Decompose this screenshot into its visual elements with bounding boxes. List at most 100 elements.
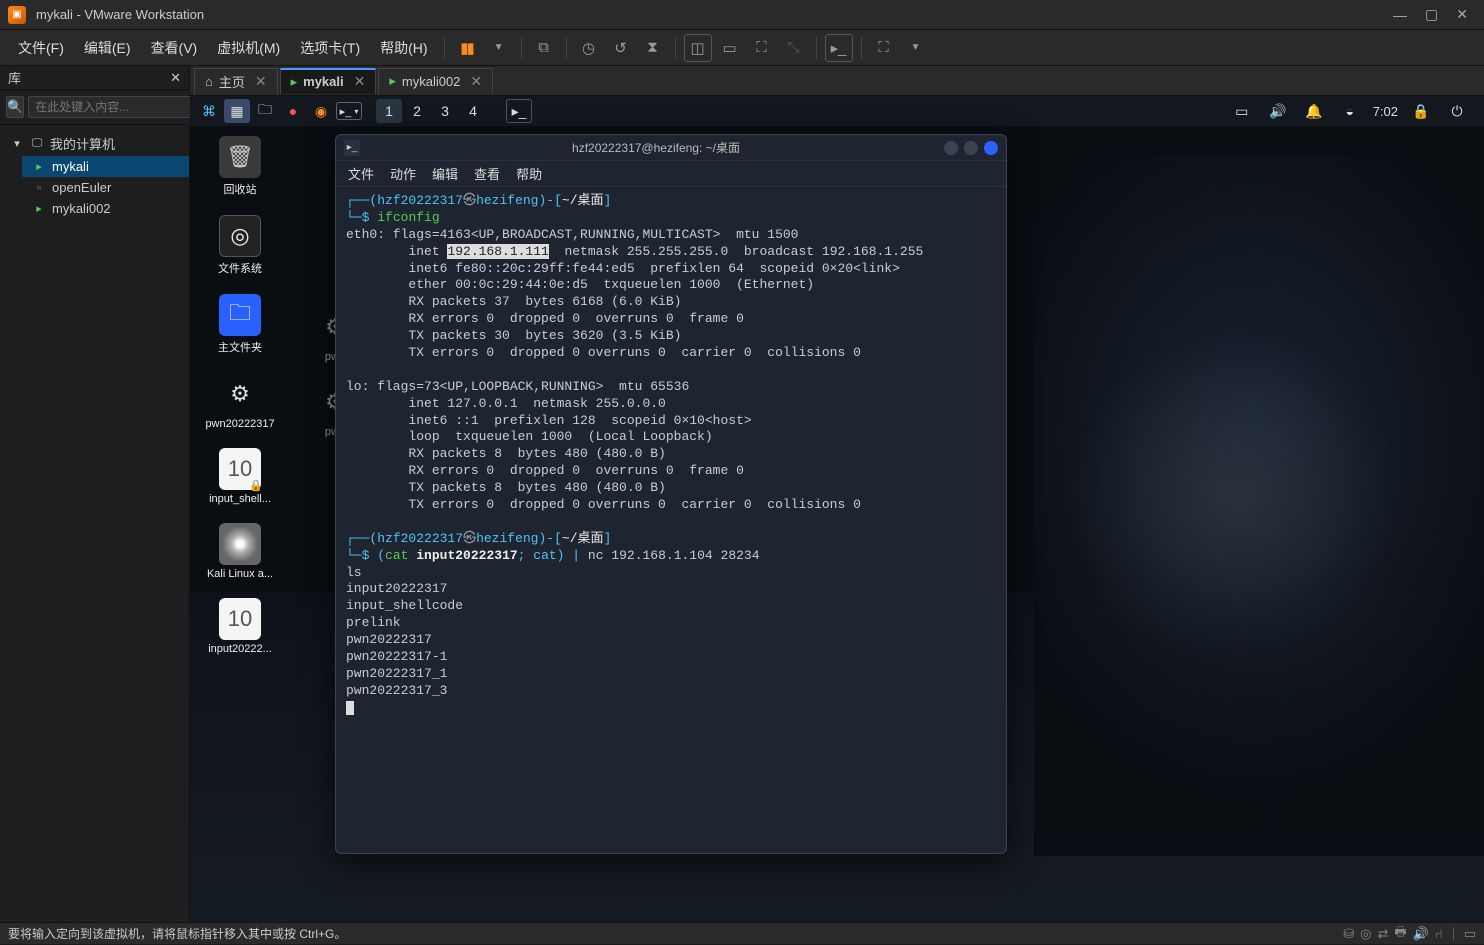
sound-icon[interactable]: 🔊: [1413, 926, 1429, 942]
fullscreen-button[interactable]: ⛶: [870, 34, 898, 62]
menu-help[interactable]: 帮助(H): [370, 38, 437, 58]
power-dropdown[interactable]: ▼: [485, 34, 513, 62]
revert-button[interactable]: ↺: [607, 34, 635, 62]
term-close-button[interactable]: [984, 141, 998, 155]
menu-tabs[interactable]: 选项卡(T): [290, 38, 370, 58]
desktop-filesystem[interactable]: ◎ 文件系统: [200, 215, 280, 276]
taskbar-terminal[interactable]: ▸_: [506, 99, 532, 123]
disk-icon[interactable]: ⛁: [1343, 926, 1354, 942]
desktop-inputshell[interactable]: 10 input_shell...: [200, 448, 280, 505]
desktop-home[interactable]: 🗀 主文件夹: [200, 294, 280, 355]
files-icon[interactable]: 🗀: [252, 99, 278, 123]
firefox-icon[interactable]: ◉: [308, 99, 334, 123]
tree-item-openeuler[interactable]: ▫ openEuler: [22, 177, 189, 198]
workspace-4[interactable]: 4: [460, 99, 486, 123]
workspace-3[interactable]: 3: [432, 99, 458, 123]
wallpaper-spikes: [1034, 296, 1434, 696]
search-input[interactable]: [28, 96, 197, 118]
tab-label: mykali: [303, 74, 343, 89]
workspace-1[interactable]: 1: [376, 99, 402, 123]
vm-icon: ▸: [32, 202, 46, 216]
panel-app-1[interactable]: ▦: [224, 99, 250, 123]
desktop-input2[interactable]: 10 input20222...: [200, 598, 280, 655]
desktop-kali-iso[interactable]: Kali Linux a...: [200, 523, 280, 580]
terminal-icon: ▸_: [344, 140, 360, 156]
tree-item-mykali[interactable]: ▸ mykali: [22, 156, 189, 177]
term-maximize-button[interactable]: [964, 141, 978, 155]
workspace-2[interactable]: 2: [404, 99, 430, 123]
pause-button[interactable]: ▮▮: [453, 34, 481, 62]
file-icon: 10: [219, 448, 261, 490]
term-menu-view[interactable]: 查看: [474, 164, 500, 183]
layout-button-3[interactable]: ⛶: [748, 34, 776, 62]
terminal-window[interactable]: ▸_ hzf20222317@hezifeng: ~/桌面 文件 动作 编辑 查…: [335, 134, 1007, 854]
terminal-titlebar[interactable]: ▸_ hzf20222317@hezifeng: ~/桌面: [336, 135, 1006, 161]
terminal-content[interactable]: ┌──(hzf20222317㉿hezifeng)-[~/桌面] └─$ ifc…: [336, 187, 1006, 853]
close-button[interactable]: ✕: [1456, 6, 1468, 23]
console-button[interactable]: ▸_: [825, 34, 853, 62]
tree-item-mykali002[interactable]: ▸ mykali002: [22, 198, 189, 219]
unity-button[interactable]: ⤡: [780, 34, 808, 62]
collapse-icon: ▾: [10, 137, 24, 151]
fullscreen-dropdown[interactable]: ▼: [902, 34, 930, 62]
updates-icon[interactable]: ◒: [1337, 99, 1363, 123]
separator: [521, 37, 522, 59]
separator: [816, 37, 817, 59]
send-ctrlaltdel-button[interactable]: ⧉: [530, 34, 558, 62]
library-tree: ▾ 🖵 我的计算机 ▸ mykali ▫ openEuler ▸ mykali0…: [0, 125, 189, 225]
layout-button-2[interactable]: ▭: [716, 34, 744, 62]
statusbar-right: ⛁ ◎ ⇄ 🖶 🔊 ⑁ ▭: [1343, 923, 1476, 945]
menu-vm[interactable]: 虚拟机(M): [207, 38, 290, 58]
tab-mykali002[interactable]: ▸ mykali002 ✕: [378, 68, 493, 94]
usb-icon[interactable]: ⑁: [1435, 926, 1443, 941]
maximize-button[interactable]: ▢: [1425, 6, 1438, 23]
layout-button-1[interactable]: ◫: [684, 34, 712, 62]
menu-view[interactable]: 查看(V): [141, 38, 208, 58]
lock-icon[interactable]: 🔒: [1408, 99, 1434, 123]
tab-home[interactable]: ⌂ 主页 ✕: [194, 68, 278, 94]
screen-icon[interactable]: ▭: [1229, 99, 1255, 123]
sidebar-close-icon[interactable]: ✕: [170, 70, 181, 86]
volume-icon[interactable]: 🔊: [1265, 99, 1291, 123]
folder-icon: 🗀: [219, 294, 261, 336]
network-icon[interactable]: ⇄: [1378, 926, 1389, 942]
search-icon[interactable]: 🔍: [6, 96, 24, 118]
close-icon[interactable]: ✕: [255, 73, 267, 90]
vm-icon: ▸: [32, 160, 46, 174]
tab-mykali[interactable]: ▸ mykali ✕: [280, 68, 377, 94]
clock[interactable]: 7:02: [1373, 104, 1398, 119]
term-menu-help[interactable]: 帮助: [516, 164, 542, 183]
menu-file[interactable]: 文件(F): [8, 38, 74, 58]
term-minimize-button[interactable]: [944, 141, 958, 155]
menu-edit[interactable]: 编辑(E): [74, 38, 141, 58]
close-icon[interactable]: ✕: [354, 73, 366, 90]
desktop-pwn1[interactable]: ⚙ pwn20222317: [200, 373, 280, 430]
icon-label: Kali Linux a...: [207, 568, 273, 580]
icon-label: input20222...: [208, 643, 272, 655]
close-icon[interactable]: ✕: [470, 73, 482, 90]
kali-desktop[interactable]: ⌘ ▦ 🗀 ● ◉ ▸_▾ 1 2 3 4 ▸_ ▭ 🔊 🔔 ◒ 7:02: [190, 96, 1484, 922]
cd-icon[interactable]: ◎: [1360, 926, 1371, 942]
notifications-icon[interactable]: 🔔: [1301, 99, 1327, 123]
term-menu-file[interactable]: 文件: [348, 164, 374, 183]
message-icon[interactable]: ▭: [1464, 926, 1476, 942]
tree-root[interactable]: ▾ 🖵 我的计算机: [0, 131, 189, 156]
terminal-launcher[interactable]: ▸_▾: [336, 102, 362, 120]
printer-icon[interactable]: 🖶: [1394, 923, 1406, 945]
term-menu-edit[interactable]: 编辑: [432, 164, 458, 183]
power-icon[interactable]: ⏻: [1444, 99, 1470, 123]
vm-icon: ▫: [32, 181, 46, 195]
term-menu-actions[interactable]: 动作: [390, 164, 416, 183]
minimize-button[interactable]: —: [1393, 7, 1407, 23]
separator: [861, 37, 862, 59]
computer-icon: 🖵: [30, 137, 44, 151]
snapshot-button[interactable]: ◷: [575, 34, 603, 62]
window-controls: — ▢ ✕: [1393, 6, 1476, 23]
vmware-icon: ▣: [8, 6, 26, 24]
kali-menu-icon[interactable]: ⌘: [196, 99, 222, 123]
vm-icon: ▸: [291, 74, 298, 90]
terminal-title: hzf20222317@hezifeng: ~/桌面: [368, 139, 944, 156]
desktop-trash[interactable]: 🗑 回收站: [200, 136, 280, 197]
manage-snapshot-button[interactable]: ⧗: [639, 34, 667, 62]
cherrytree-icon[interactable]: ●: [280, 99, 306, 123]
